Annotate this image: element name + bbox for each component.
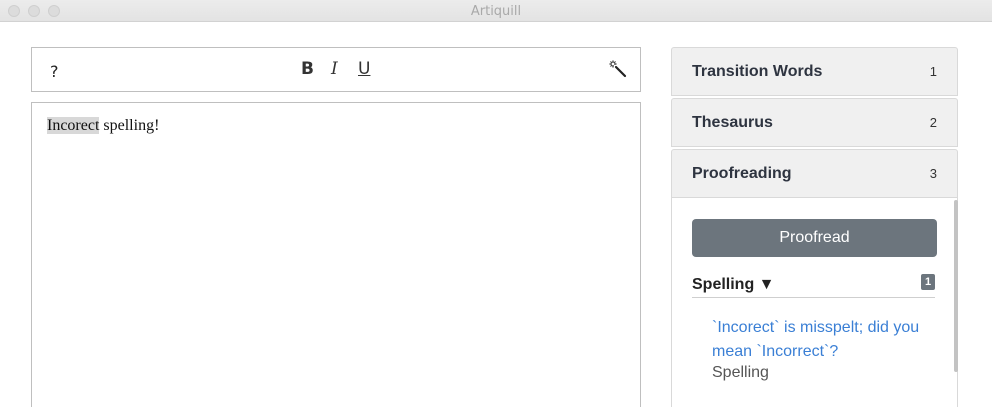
underline-button[interactable]: U <box>358 59 370 79</box>
help-button[interactable]: ? <box>50 62 59 81</box>
editor-toolbar: ? B I U <box>31 47 641 92</box>
bold-button[interactable]: B <box>301 59 314 79</box>
accordion-proofreading[interactable]: Proofreading 3 <box>671 149 958 198</box>
accordion-number: 1 <box>929 64 937 79</box>
spelling-count-badge: 1 <box>921 274 935 290</box>
italic-button[interactable]: I <box>331 59 338 79</box>
editor-text: spelling! <box>99 117 160 134</box>
spelling-issue-type: Spelling <box>712 364 769 381</box>
section-divider <box>692 297 935 298</box>
misspelled-word-highlight[interactable]: Incorect <box>47 117 100 134</box>
accordion-label: Thesaurus <box>692 114 773 131</box>
proofread-button[interactable]: Proofread <box>692 219 937 257</box>
window-title: Artiquill <box>470 4 522 19</box>
accordion-number: 3 <box>929 166 937 181</box>
text-editor[interactable]: Incorect spelling! <box>31 102 641 407</box>
accordion-label: Proofreading <box>692 165 792 182</box>
accordion-number: 2 <box>929 115 937 130</box>
title-bar: Artiquill <box>0 0 992 22</box>
panel-scrollbar[interactable] <box>954 200 958 372</box>
magic-wand-icon[interactable] <box>609 60 627 78</box>
accordion-thesaurus[interactable]: Thesaurus 2 <box>671 98 958 147</box>
accordion-transition-words[interactable]: Transition Words 1 <box>671 47 958 96</box>
spelling-issue-link[interactable]: `Incorect` is misspelt; did you mean `In… <box>712 316 922 364</box>
accordion-label: Transition Words <box>692 63 823 80</box>
spelling-section-toggle[interactable]: Spelling ▼ <box>692 276 775 294</box>
